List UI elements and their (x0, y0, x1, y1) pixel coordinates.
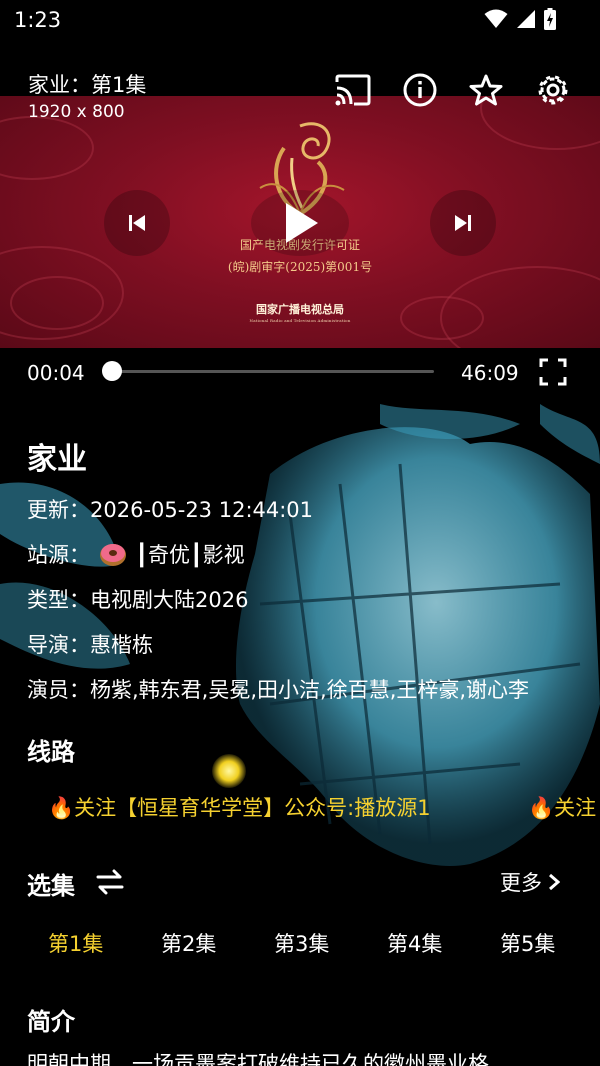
update-value: 2026-05-23 12:44:01 (90, 498, 314, 522)
player-header: 家业：第1集 1920 x 800 (0, 62, 600, 122)
route-item[interactable]: 🔥关注【恒星育华学堂】公众号:播放源1 (48, 792, 431, 822)
info-icon (403, 73, 437, 107)
settings-button[interactable] (533, 70, 573, 110)
favorite-button[interactable] (466, 70, 506, 110)
more-episodes-link[interactable]: 更多 (500, 867, 560, 897)
update-label: 更新： (27, 498, 90, 522)
star-outline-icon (469, 74, 503, 106)
more-label: 更多 (500, 871, 542, 895)
episode-item[interactable]: 第4集 (387, 928, 442, 958)
status-time: 1:23 (14, 8, 62, 32)
episode-item[interactable]: 第5集 (500, 928, 555, 958)
cellular-signal-icon (517, 10, 535, 28)
gear-icon (538, 75, 568, 105)
play-icon (286, 203, 318, 243)
director-value: 惠楷栋 (90, 633, 153, 657)
play-button[interactable] (251, 190, 349, 256)
video-title: 家业：第1集 (28, 73, 147, 97)
status-bar: 1:23 (0, 0, 600, 40)
type-value: 电视剧大陆2026 (90, 588, 249, 612)
details-panel: 家业 更新：2026-05-23 12:44:01 站源： ┃奇优┃影视 类型：… (0, 404, 600, 1066)
episode-item[interactable]: 第3集 (274, 928, 329, 958)
episode-item[interactable]: 第1集 (48, 928, 103, 958)
intro-title: 简介 (27, 1008, 75, 1036)
director-row: 导演：惠楷栋 (27, 629, 153, 659)
license-number: (皖)剧审字(2025)第001号 (227, 260, 373, 274)
cast-row: 演员：杨紫,韩东君,吴冕,田小洁,徐百慧,王梓豪,谢心李 (27, 674, 529, 704)
cast-button[interactable] (333, 70, 373, 110)
seek-thumb[interactable] (102, 361, 122, 381)
status-icons (484, 8, 556, 30)
type-label: 类型： (27, 588, 90, 612)
battery-charging-icon (544, 8, 556, 30)
routes-title: 线路 (27, 738, 75, 766)
skip-next-icon (455, 215, 471, 231)
episodes-title: 选集 (27, 872, 75, 900)
total-time: 46:09 (461, 361, 519, 385)
site-value: ┃奇优┃影视 (135, 543, 245, 567)
cast-value: 杨紫,韩东君,吴冕,田小洁,徐百慧,王梓豪,谢心李 (90, 678, 530, 702)
route-item[interactable]: 🔥关注 (528, 792, 596, 822)
director-label: 导演： (27, 633, 90, 657)
skip-previous-icon (129, 215, 145, 231)
video-resolution: 1920 x 800 (28, 102, 125, 122)
episode-item[interactable]: 第2集 (161, 928, 216, 958)
chevron-right-icon (549, 873, 560, 891)
video-player[interactable]: 国产电视剧发行许可证 (皖)剧审字(2025)第001号 国家广播电视总局 Na… (0, 96, 600, 348)
update-row: 更新：2026-05-23 12:44:01 (27, 494, 313, 524)
cast-label: 演员： (27, 678, 90, 702)
info-button[interactable] (400, 70, 440, 110)
intro-text: 明朝中期，一场贡墨案打破维持已久的徽州墨业格 (27, 1052, 489, 1066)
show-title: 家业 (27, 442, 87, 477)
site-label: 站源： (27, 543, 90, 567)
cast-icon (335, 74, 371, 106)
type-row: 类型：电视剧大陆2026 (27, 584, 248, 614)
cloud-decoration (0, 116, 94, 180)
wifi-icon (484, 9, 508, 28)
authority-name-en: National Radio and Television Administra… (249, 318, 351, 323)
current-time: 00:04 (27, 361, 85, 385)
site-row: 站源： ┃奇优┃影视 (27, 539, 245, 569)
details-content: 家业 更新：2026-05-23 12:44:01 站源： ┃奇优┃影视 类型：… (0, 404, 600, 1066)
reverse-order-icon[interactable] (96, 869, 124, 895)
authority-name: 国家广播电视总局 (256, 303, 344, 316)
seek-bar[interactable] (112, 370, 434, 373)
next-button[interactable] (430, 190, 496, 256)
donut-icon (99, 544, 126, 566)
playback-controls: 00:04 46:09 (0, 348, 600, 404)
previous-button[interactable] (104, 190, 170, 256)
fullscreen-icon[interactable] (539, 358, 567, 386)
